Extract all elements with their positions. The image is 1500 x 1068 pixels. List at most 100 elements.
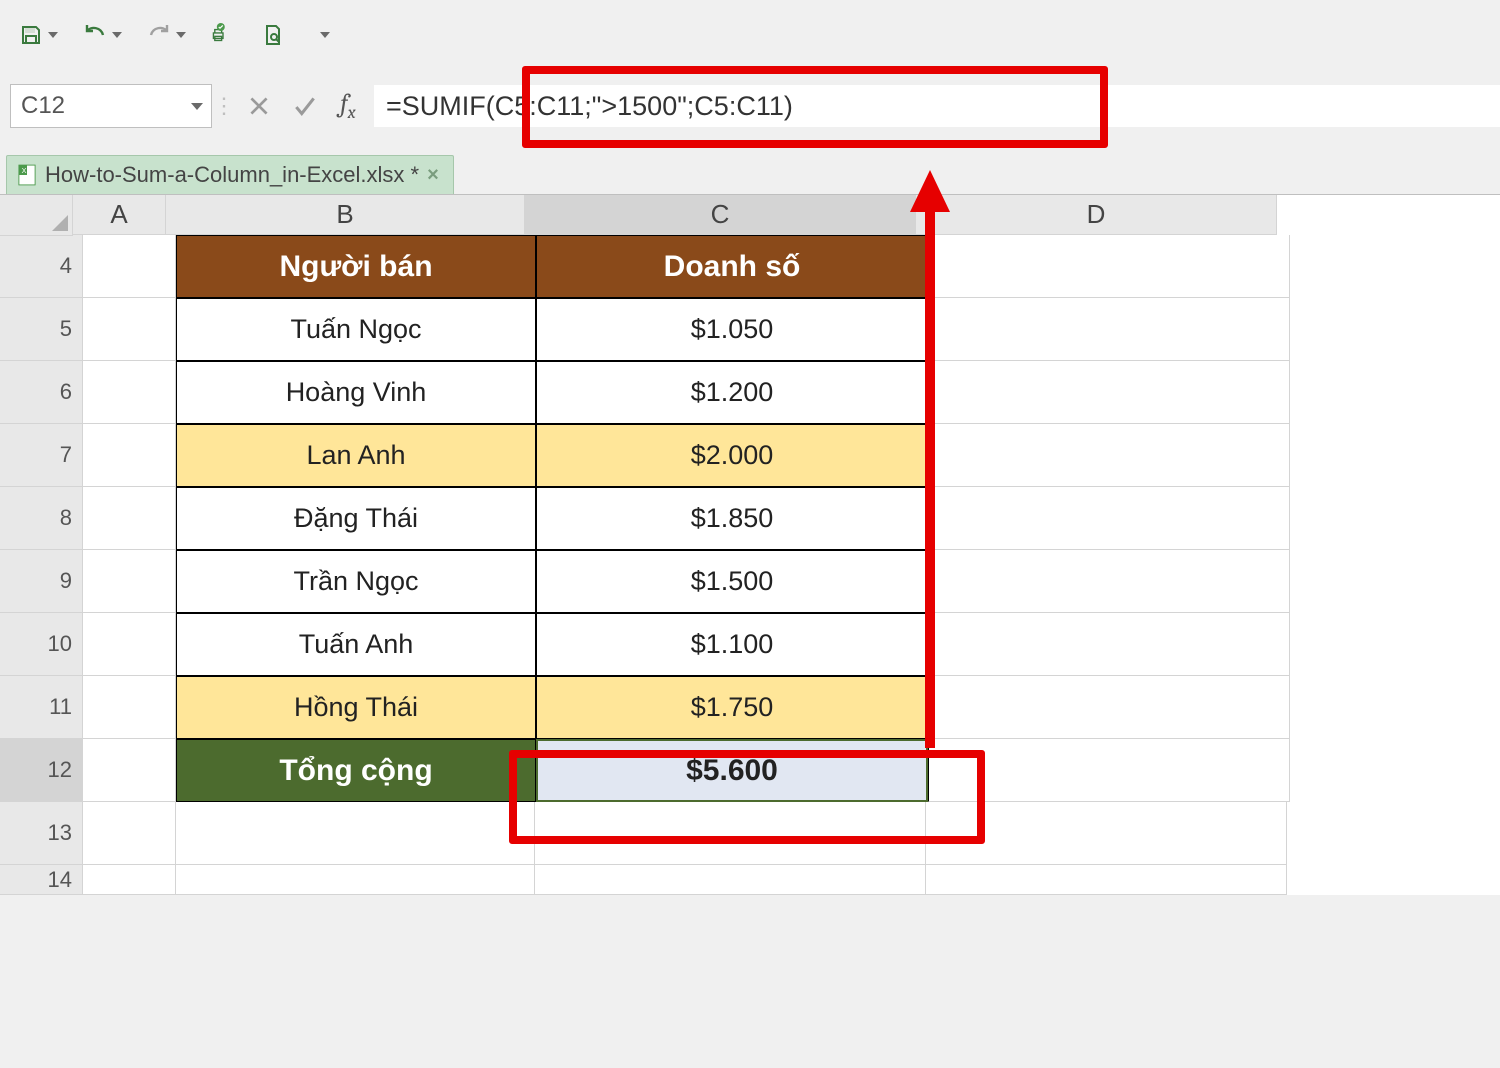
- cell[interactable]: [928, 424, 1290, 487]
- save-dropdown-icon[interactable]: [48, 32, 58, 38]
- svg-text:X: X: [22, 166, 27, 175]
- row-header[interactable]: 12: [0, 739, 83, 802]
- cell[interactable]: [928, 676, 1290, 739]
- sales-cell[interactable]: $2.000: [536, 424, 928, 487]
- seller-cell[interactable]: Đặng Thái: [176, 487, 536, 550]
- column-header-row: A B C D: [0, 195, 1500, 235]
- redo-dropdown-icon[interactable]: [176, 32, 186, 38]
- workbook-filename: How-to-Sum-a-Column_in-Excel.xlsx *: [45, 162, 419, 188]
- cell[interactable]: [928, 613, 1290, 676]
- seller-cell[interactable]: Lan Anh: [176, 424, 536, 487]
- row-header[interactable]: 6: [0, 361, 83, 424]
- sheet-grid: A B C D 4 Người bán Doanh số 5Tuấn Ngọc$…: [0, 194, 1500, 895]
- sheet-row: 12 Tổng cộng $5.600: [0, 739, 1500, 802]
- sheet-row: 14: [0, 865, 1500, 895]
- table-header-sales[interactable]: Doanh số: [536, 235, 928, 298]
- sheet-row: 8 Đặng Thái$1.850: [0, 487, 1500, 550]
- save-icon[interactable]: [18, 22, 44, 48]
- cell[interactable]: [176, 802, 535, 865]
- fx-icon[interactable]: fx: [328, 89, 368, 123]
- cell[interactable]: [83, 739, 176, 802]
- cell[interactable]: [83, 802, 176, 865]
- cell[interactable]: [928, 487, 1290, 550]
- cell[interactable]: [83, 424, 176, 487]
- workbook-tab[interactable]: X How-to-Sum-a-Column_in-Excel.xlsx * ×: [6, 155, 454, 194]
- undo-icon[interactable]: [82, 22, 108, 48]
- sheet-row: 11 Hồng Thái$1.750: [0, 676, 1500, 739]
- sheet-row: 5 Tuấn Ngọc$1.050: [0, 298, 1500, 361]
- cell[interactable]: [926, 865, 1287, 895]
- print-icon[interactable]: [210, 22, 236, 48]
- divider: ⋮: [212, 93, 236, 119]
- row-header[interactable]: 7: [0, 424, 83, 487]
- cell[interactable]: [83, 865, 176, 895]
- undo-dropdown-icon[interactable]: [112, 32, 122, 38]
- cell[interactable]: [83, 235, 176, 298]
- formula-text: =SUMIF(C5:C11;">1500";C5:C11): [386, 91, 793, 122]
- cell[interactable]: [928, 550, 1290, 613]
- cell[interactable]: [535, 802, 926, 865]
- sales-cell[interactable]: $1.200: [536, 361, 928, 424]
- spreadsheet-file-icon: X: [17, 164, 37, 186]
- sheet-row: 10 Tuấn Anh$1.100: [0, 613, 1500, 676]
- sheet-row: 9 Trần Ngọc$1.500: [0, 550, 1500, 613]
- name-box[interactable]: C12: [10, 84, 212, 128]
- row-header[interactable]: 13: [0, 802, 83, 865]
- seller-cell[interactable]: Hoàng Vinh: [176, 361, 536, 424]
- redo-icon[interactable]: [146, 22, 172, 48]
- cell[interactable]: [83, 487, 176, 550]
- name-box-value: C12: [21, 92, 65, 120]
- seller-cell[interactable]: Tuấn Anh: [176, 613, 536, 676]
- cell[interactable]: [83, 676, 176, 739]
- cancel-formula-icon[interactable]: [236, 83, 282, 129]
- col-header-A[interactable]: A: [73, 195, 166, 235]
- seller-cell[interactable]: Tuấn Ngọc: [176, 298, 536, 361]
- cell[interactable]: [928, 235, 1290, 298]
- cell[interactable]: [928, 739, 1290, 802]
- cell[interactable]: [83, 298, 176, 361]
- row-header[interactable]: 11: [0, 676, 83, 739]
- seller-cell[interactable]: Hồng Thái: [176, 676, 536, 739]
- sales-cell[interactable]: $1.500: [536, 550, 928, 613]
- close-tab-icon[interactable]: ×: [427, 164, 439, 187]
- sales-cell[interactable]: $1.750: [536, 676, 928, 739]
- select-all-corner[interactable]: [0, 195, 73, 236]
- page-preview-icon[interactable]: [260, 22, 286, 48]
- col-header-C[interactable]: C: [525, 195, 916, 235]
- accept-formula-icon[interactable]: [282, 83, 328, 129]
- qat-customize-icon[interactable]: [320, 32, 330, 38]
- sheet-row: 13: [0, 802, 1500, 865]
- row-header[interactable]: 8: [0, 487, 83, 550]
- total-label-cell[interactable]: Tổng cộng: [176, 739, 536, 802]
- cell[interactable]: [83, 613, 176, 676]
- sales-cell[interactable]: $1.850: [536, 487, 928, 550]
- cell[interactable]: [926, 802, 1287, 865]
- cell[interactable]: [535, 865, 926, 895]
- sheet-row: 6 Hoàng Vinh$1.200: [0, 361, 1500, 424]
- col-header-B[interactable]: B: [166, 195, 525, 235]
- annotation-arrow-shaft: [925, 210, 935, 748]
- quick-access-toolbar: [0, 0, 1500, 78]
- row-header[interactable]: 5: [0, 298, 83, 361]
- annotation-arrow-head: [910, 170, 950, 212]
- table-header-seller[interactable]: Người bán: [176, 235, 536, 298]
- row-header[interactable]: 14: [0, 865, 83, 895]
- cell[interactable]: [83, 361, 176, 424]
- seller-cell[interactable]: Trần Ngọc: [176, 550, 536, 613]
- sheet-row: 4 Người bán Doanh số: [0, 235, 1500, 298]
- cell[interactable]: [176, 865, 535, 895]
- row-header[interactable]: 4: [0, 235, 83, 298]
- sales-cell[interactable]: $1.050: [536, 298, 928, 361]
- col-header-D[interactable]: D: [916, 195, 1277, 235]
- sales-cell[interactable]: $1.100: [536, 613, 928, 676]
- cell[interactable]: [83, 550, 176, 613]
- workbook-tab-row: X How-to-Sum-a-Column_in-Excel.xlsx * ×: [0, 156, 1500, 194]
- total-value-cell[interactable]: $5.600: [536, 739, 928, 802]
- cell[interactable]: [928, 361, 1290, 424]
- row-header[interactable]: 9: [0, 550, 83, 613]
- name-box-dropdown-icon[interactable]: [191, 103, 203, 110]
- cell[interactable]: [928, 298, 1290, 361]
- formula-bar-row: C12 ⋮ fx =SUMIF(C5:C11;">1500";C5:C11): [0, 78, 1500, 134]
- formula-input[interactable]: =SUMIF(C5:C11;">1500";C5:C11): [374, 85, 1500, 127]
- row-header[interactable]: 10: [0, 613, 83, 676]
